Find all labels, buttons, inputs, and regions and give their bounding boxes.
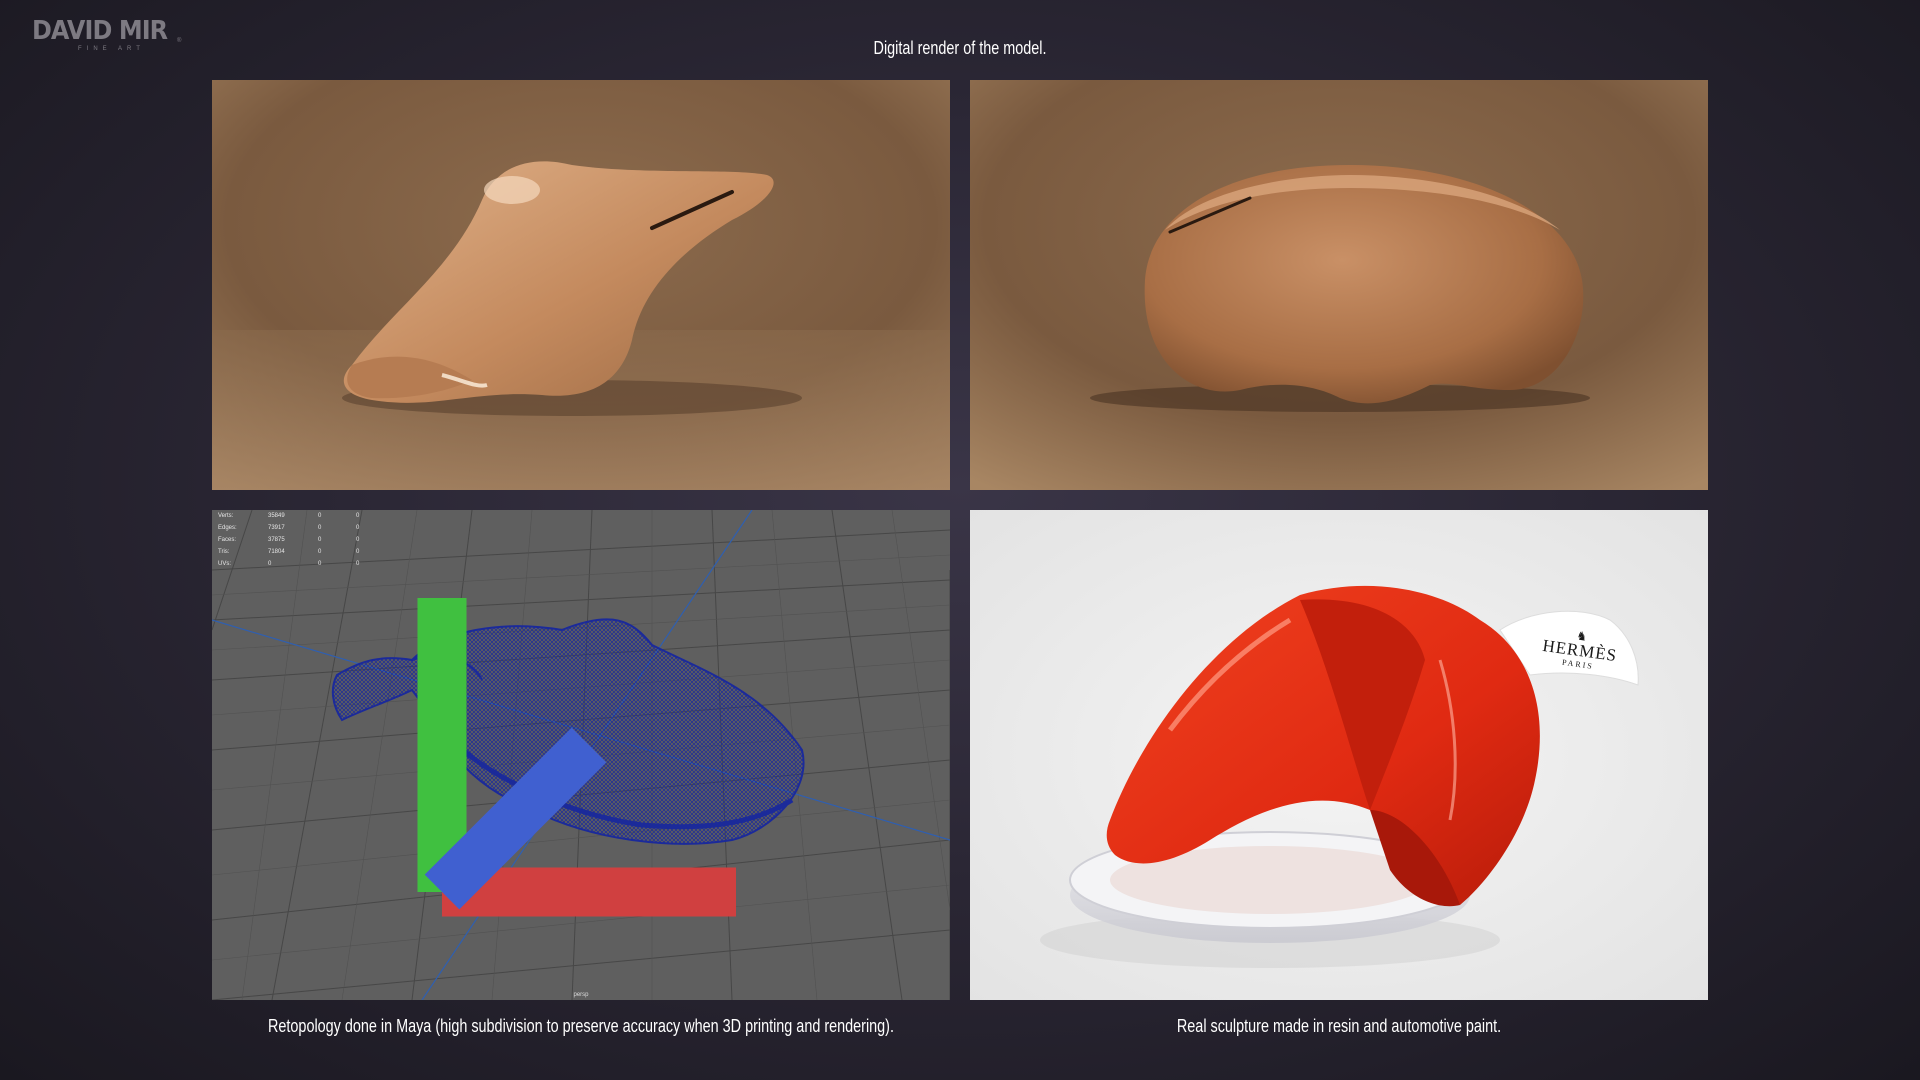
maya-viewport: Verts: 35849 0 0 Edges: 73917 0 0 Faces:… <box>212 510 950 1000</box>
render-image-front <box>970 80 1708 490</box>
caption-top: Digital render of the model. <box>873 38 1047 58</box>
logo-subtitle: FINE ART <box>78 46 145 52</box>
brand-logo: DAVID MIR FINE ART ® <box>32 18 182 52</box>
render-image-angled <box>212 80 950 490</box>
viewport-camera-label: persp <box>573 992 589 998</box>
logo-text: DAVID MIR <box>32 16 168 46</box>
axis-gizmo-icon <box>417 598 736 917</box>
sculpture-photo: ♞ HERMÈS PARIS <box>970 510 1708 1000</box>
caption-bottom-left: Retopology done in Maya (high subdivisio… <box>268 1016 894 1036</box>
caption-bottom-right: Real sculpture made in resin and automot… <box>1176 1016 1502 1036</box>
logo-registered-mark: ® <box>177 38 182 44</box>
